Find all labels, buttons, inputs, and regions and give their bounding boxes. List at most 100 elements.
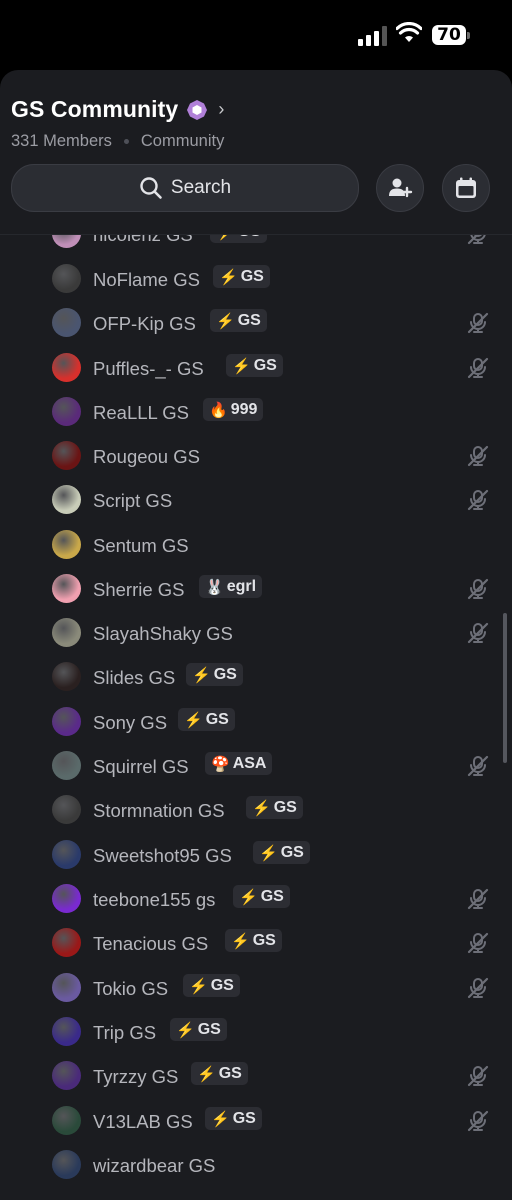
chevron-right-icon[interactable]: › (218, 99, 224, 120)
member-name: Sherrie GS (93, 579, 185, 600)
member-name: SlayahShaky GS (93, 623, 233, 644)
member-row[interactable]: SlayahShaky GS (0, 611, 512, 655)
avatar[interactable] (52, 707, 81, 736)
avatar[interactable] (52, 530, 81, 559)
member-row[interactable]: Tokio GS ⚡ GS (0, 966, 512, 1010)
member-row[interactable]: Squirrel GS 🍄 ASA (0, 744, 512, 788)
guild-tag-badge[interactable]: 🔥 999 (203, 398, 264, 421)
tag-icon: ⚡ (184, 711, 203, 729)
avatar[interactable] (52, 353, 81, 382)
guild-tag-badge[interactable]: ⚡GS (170, 1018, 227, 1041)
avatar[interactable] (52, 1061, 81, 1090)
member-row[interactable]: Sentum GS (0, 523, 512, 567)
guild-tag-badge[interactable]: ⚡GS (191, 1062, 248, 1085)
avatar[interactable] (52, 973, 81, 1002)
tag-label: GS (197, 1020, 221, 1038)
avatar[interactable] (52, 1017, 81, 1046)
member-name: Sweetshot95 GS (93, 845, 232, 866)
guild-tag-badge[interactable]: ⚡GS (233, 885, 290, 908)
member-name: Script GS (93, 490, 173, 511)
server-header[interactable]: GS Community › (11, 96, 224, 123)
avatar[interactable] (52, 618, 81, 647)
member-name: Slides GS (93, 667, 176, 688)
avatar[interactable] (52, 397, 81, 426)
member-row[interactable]: Rougeou GS (0, 434, 512, 478)
muted-mic-icon (467, 755, 489, 777)
tag-label: GS (213, 665, 237, 683)
member-list[interactable]: nicolenz GS⚡GSNoFlame GS⚡GSOFP-Kip GS⚡GS… (0, 235, 512, 1200)
avatar[interactable] (52, 884, 81, 913)
server-name[interactable]: GS Community (11, 96, 178, 123)
member-row[interactable]: Stormnation GS ⚡ GS (0, 788, 512, 832)
tag-icon: ⚡ (219, 268, 238, 286)
member-row[interactable]: Sweetshot95 GS ⚡ GS (0, 833, 512, 877)
tag-icon: 🔥 (209, 401, 228, 419)
member-row[interactable]: Tyrzzy GS ⚡ GS (0, 1054, 512, 1098)
guild-tag-badge[interactable]: ⚡GS (186, 663, 243, 686)
guild-tag-badge[interactable]: ⚡GS (178, 708, 235, 731)
guild-tag-badge[interactable]: ⚡GS (225, 929, 282, 952)
tag-label: ASA (232, 754, 267, 772)
member-row[interactable]: V13LAB GS ⚡ GS (0, 1099, 512, 1143)
avatar[interactable] (52, 1106, 81, 1135)
guild-tag-badge[interactable]: ⚡GS (213, 265, 270, 288)
search-button[interactable]: Search (11, 164, 359, 212)
guild-tag-badge[interactable]: ⚡GS (205, 1107, 262, 1130)
member-row[interactable]: Puffles-_- GS ⚡ GS (0, 346, 512, 390)
member-row[interactable]: Sherrie GS 🐰 egrl (0, 567, 512, 611)
tag-label: GS (210, 976, 234, 994)
tag-icon: ⚡ (239, 888, 258, 906)
tag-label: GS (280, 843, 304, 861)
member-row[interactable]: ReaLLL GS 🔥 999 (0, 390, 512, 434)
member-row[interactable]: Tenacious GS ⚡ GS (0, 921, 512, 965)
tag-icon: ⚡ (192, 666, 211, 684)
muted-mic-icon (467, 357, 489, 379)
avatar[interactable] (52, 928, 81, 957)
avatar[interactable] (52, 485, 81, 514)
avatar[interactable] (52, 264, 81, 293)
avatar[interactable] (52, 840, 81, 869)
invite-members-button[interactable] (376, 164, 424, 212)
avatar[interactable] (52, 1150, 81, 1179)
member-row[interactable]: NoFlame GS ⚡ GS (0, 257, 512, 301)
member-row[interactable]: Sony GS ⚡ GS (0, 700, 512, 744)
tag-icon: ⚡ (197, 1065, 216, 1083)
guild-tag-badge[interactable]: ⚡GS (210, 309, 267, 332)
avatar[interactable] (52, 235, 81, 248)
tag-label: GS (205, 710, 229, 728)
guild-tag-badge[interactable]: ⚡GS (226, 354, 283, 377)
muted-mic-icon (467, 489, 489, 511)
avatar[interactable] (52, 751, 81, 780)
member-row[interactable]: nicolenz GS ⚡GS (0, 235, 512, 256)
guild-tag-badge[interactable]: ⚡GS (246, 796, 303, 819)
member-count: 331 Members (11, 132, 112, 150)
member-row[interactable]: Trip GS ⚡ GS (0, 1010, 512, 1054)
scrollbar[interactable] (503, 613, 507, 763)
tag-label: GS (252, 931, 276, 949)
guild-tag-badge[interactable]: 🐰 egrl (199, 575, 263, 598)
avatar[interactable] (52, 662, 81, 691)
events-button[interactable] (442, 164, 490, 212)
member-row[interactable]: wizardbear GS (0, 1143, 512, 1187)
avatar[interactable] (52, 795, 81, 824)
member-row[interactable]: Script GS (0, 478, 512, 522)
tag-label: GS (273, 798, 297, 816)
guild-tag-badge[interactable]: ⚡GS (210, 235, 267, 243)
member-name: V13LAB GS (93, 1111, 193, 1132)
avatar[interactable] (52, 308, 81, 337)
avatar[interactable] (52, 441, 81, 470)
member-name: teebone155 gs (93, 889, 216, 910)
battery-icon (467, 32, 470, 39)
tag-icon: ⚡ (211, 1110, 230, 1128)
muted-mic-icon (467, 235, 489, 245)
member-row[interactable]: Slides GS ⚡ GS (0, 655, 512, 699)
member-row[interactable]: OFP-Kip GS ⚡ GS (0, 301, 512, 345)
muted-mic-icon (467, 578, 489, 600)
guild-tag-badge[interactable]: ⚡GS (253, 841, 310, 864)
member-row[interactable]: teebone155 gs ⚡ GS (0, 877, 512, 921)
cellular-signal-icon (358, 26, 388, 46)
guild-tag-badge[interactable]: 🍄 ASA (205, 752, 273, 775)
guild-tag-badge[interactable]: ⚡GS (183, 974, 240, 997)
avatar[interactable] (52, 574, 81, 603)
member-name: wizardbear GS (93, 1155, 216, 1176)
